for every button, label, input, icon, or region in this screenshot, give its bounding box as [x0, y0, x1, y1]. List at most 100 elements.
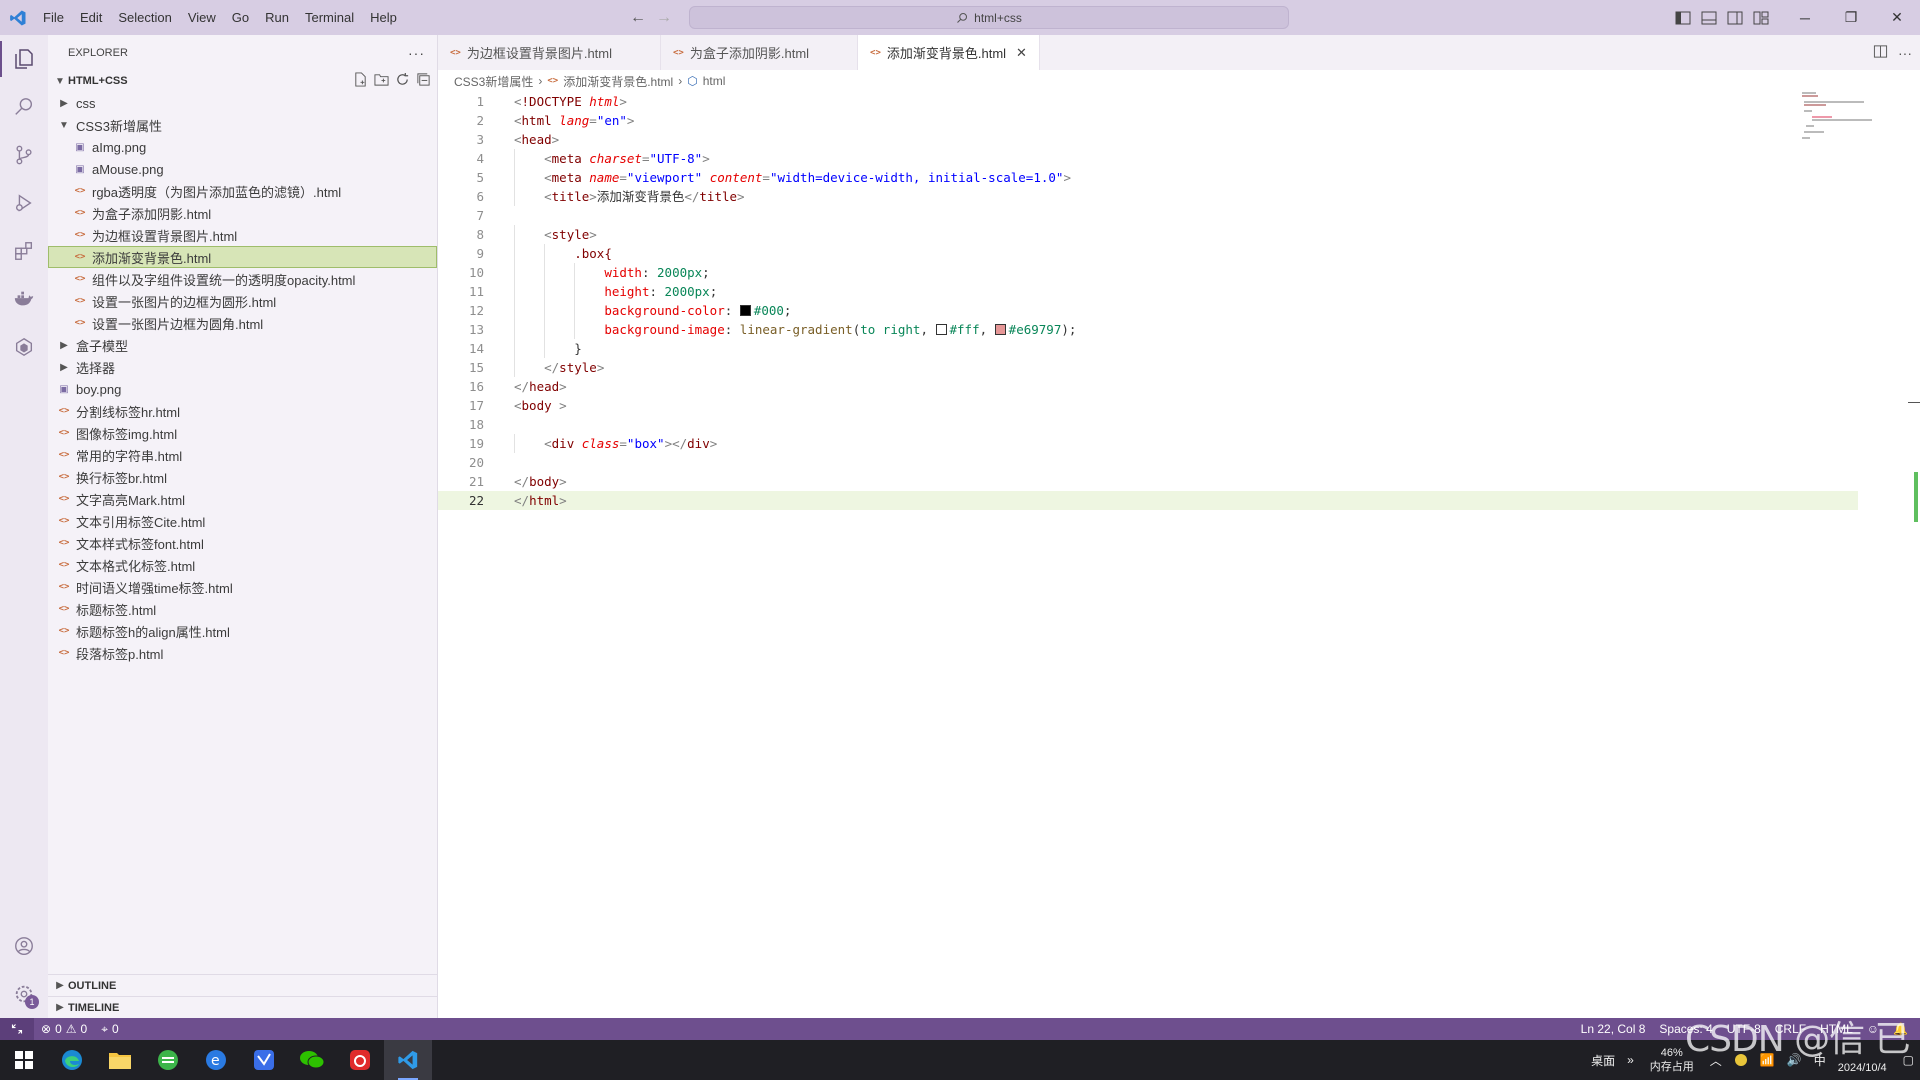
code-line[interactable]: 19 <div class="box"></div> [438, 434, 1858, 453]
remote-indicator-icon[interactable] [0, 1018, 34, 1040]
tree-folder[interactable]: ▶ css [48, 92, 437, 114]
tree-file[interactable]: <> 组件以及字组件设置统一的透明度opacity.html [48, 268, 437, 290]
code-line[interactable]: 6 <title>添加渐变背景色</title> [438, 187, 1858, 206]
memory-usage[interactable]: 46% 内存占用 [1640, 1046, 1704, 1074]
tree-file[interactable]: <> rgba透明度（为图片添加蓝色的滤镜）.html [48, 180, 437, 202]
tree-file[interactable]: <> 添加渐变背景色.html [48, 246, 437, 268]
volume-icon[interactable]: 🔊 [1781, 1053, 1808, 1067]
edge-browser-icon[interactable] [48, 1040, 96, 1080]
code-line[interactable]: 7 [438, 206, 1858, 225]
color-swatch[interactable] [935, 324, 947, 335]
tree-file[interactable]: <> 时间语义增强time标签.html [48, 576, 437, 598]
code-line[interactable]: 17 <body > [438, 396, 1858, 415]
file-explorer-icon[interactable] [96, 1040, 144, 1080]
vertical-scrollbar[interactable] [1906, 92, 1920, 1018]
tree-file[interactable]: <> 常用的字符串.html [48, 444, 437, 466]
toolbar-expand-icon[interactable]: » [1621, 1053, 1640, 1067]
code-line[interactable]: 9 .box{ [438, 244, 1858, 263]
network-icon[interactable]: 📶 [1754, 1053, 1781, 1067]
code-line[interactable]: 22 </html> [438, 491, 1858, 510]
menu-selection[interactable]: Selection [110, 0, 179, 35]
editor-tab[interactable]: <> 为边框设置背景图片.html [438, 35, 662, 70]
vscode-taskbar-icon[interactable] [384, 1040, 432, 1080]
manage-gear-icon[interactable]: 1 [0, 970, 48, 1018]
netease-music-icon[interactable] [336, 1040, 384, 1080]
code-line[interactable]: 1 <!DOCTYPE html> [438, 92, 1858, 111]
tray-app-icon[interactable] [1728, 1053, 1754, 1067]
docker-icon[interactable] [0, 275, 48, 323]
remote-explorer-icon[interactable] [0, 323, 48, 371]
tree-file[interactable]: <> 文本引用标签Cite.html [48, 510, 437, 532]
lark-app-icon[interactable] [240, 1040, 288, 1080]
color-swatch[interactable] [739, 305, 751, 316]
code-line[interactable]: 18 [438, 415, 1858, 434]
breadcrumb-item[interactable]: html [703, 74, 726, 88]
tree-file[interactable]: ▣ boy.png [48, 378, 437, 400]
code-line[interactable]: 8 <style> [438, 225, 1858, 244]
code-line[interactable]: 10 width: 2000px; [438, 263, 1858, 282]
tree-file[interactable]: <> 文本样式标签font.html [48, 532, 437, 554]
menu-run[interactable]: Run [257, 0, 297, 35]
notifications-icon[interactable]: ▢ [1897, 1053, 1920, 1067]
tree-folder[interactable]: ▼ CSS3新增属性 [48, 114, 437, 136]
close-window-button[interactable]: ✕ [1874, 0, 1920, 35]
workspace-root[interactable]: ▼ HTML+CSS [48, 70, 437, 92]
menu-terminal[interactable]: Terminal [297, 0, 362, 35]
input-method-icon[interactable]: 中 [1808, 1052, 1832, 1069]
more-actions-icon[interactable]: ··· [408, 45, 425, 61]
close-tab-icon[interactable]: ✕ [1016, 45, 1027, 61]
menu-file[interactable]: File [35, 0, 72, 35]
ports-indicator[interactable]: ⌖ 0 [94, 1022, 125, 1037]
code-line[interactable]: 12 background-color: #000; [438, 301, 1858, 320]
tree-folder[interactable]: ▶ 选择器 [48, 356, 437, 378]
run-debug-icon[interactable] [0, 179, 48, 227]
editor-tab[interactable]: <> 添加渐变背景色.html ✕ [858, 35, 1040, 70]
ie-browser-icon[interactable]: e [192, 1040, 240, 1080]
forward-arrow-icon[interactable]: → [656, 9, 672, 27]
tree-file[interactable]: <> 设置一张图片边框为圆角.html [48, 312, 437, 334]
code-line[interactable]: 14 } [438, 339, 1858, 358]
code-editor[interactable]: 1 <!DOCTYPE html> 2 <html lang="en"> 3 <head>… [438, 92, 1858, 510]
source-control-icon[interactable] [0, 131, 48, 179]
code-line[interactable]: 5 <meta name="viewport" content="width=d… [438, 168, 1858, 187]
command-center-search[interactable]: html+css [689, 6, 1289, 29]
accounts-icon[interactable] [0, 922, 48, 970]
breadcrumb-item[interactable]: CSS3新增属性 [454, 73, 533, 90]
tree-file[interactable]: <> 设置一张图片的边框为圆形.html [48, 290, 437, 312]
menu-help[interactable]: Help [362, 0, 405, 35]
code-line[interactable]: 16 </head> [438, 377, 1858, 396]
tree-file[interactable]: ▣ aMouse.png [48, 158, 437, 180]
explorer-icon[interactable] [0, 35, 48, 83]
desktop-toolbar[interactable]: 桌面 [1585, 1052, 1621, 1069]
code-line[interactable]: 21 </body> [438, 472, 1858, 491]
toggle-primary-sidebar-icon[interactable] [1670, 0, 1696, 35]
breadcrumb-item[interactable]: 添加渐变背景色.html [563, 73, 673, 90]
editor-tab[interactable]: <> 为盒子添加阴影.html [661, 35, 859, 70]
browser-green-icon[interactable] [144, 1040, 192, 1080]
tree-folder[interactable]: ▶ 盒子模型 [48, 334, 437, 356]
wechat-icon[interactable] [288, 1040, 336, 1080]
toggle-secondary-sidebar-icon[interactable] [1722, 0, 1748, 35]
color-swatch[interactable] [994, 324, 1006, 335]
tree-file[interactable]: <> 分割线标签hr.html [48, 400, 437, 422]
tree-file[interactable]: <> 为边框设置背景图片.html [48, 224, 437, 246]
tree-file[interactable]: <> 文字高亮Mark.html [48, 488, 437, 510]
collapse-all-icon[interactable] [416, 72, 431, 90]
tree-file[interactable]: ▣ aImg.png [48, 136, 437, 158]
show-hidden-icons-icon[interactable]: ︿ [1704, 1052, 1728, 1069]
tree-file[interactable]: <> 为盒子添加阴影.html [48, 202, 437, 224]
outline-section[interactable]: ▶ OUTLINE [48, 974, 438, 996]
menu-edit[interactable]: Edit [72, 0, 110, 35]
tree-file[interactable]: <> 标题标签.html [48, 598, 437, 620]
tree-file[interactable]: <> 换行标签br.html [48, 466, 437, 488]
clock[interactable]: 2024/10/4 [1832, 1044, 1897, 1076]
back-arrow-icon[interactable]: ← [630, 9, 646, 27]
new-file-icon[interactable] [353, 72, 368, 90]
cursor-position[interactable]: Ln 22, Col 8 [1574, 1022, 1653, 1036]
more-actions-icon[interactable]: ··· [1898, 45, 1912, 61]
new-folder-icon[interactable] [374, 72, 389, 90]
encoding[interactable]: UTF-8 [1720, 1022, 1768, 1036]
windows-start-icon[interactable] [0, 1040, 48, 1080]
code-line[interactable]: 15 </style> [438, 358, 1858, 377]
extensions-icon[interactable] [0, 227, 48, 275]
